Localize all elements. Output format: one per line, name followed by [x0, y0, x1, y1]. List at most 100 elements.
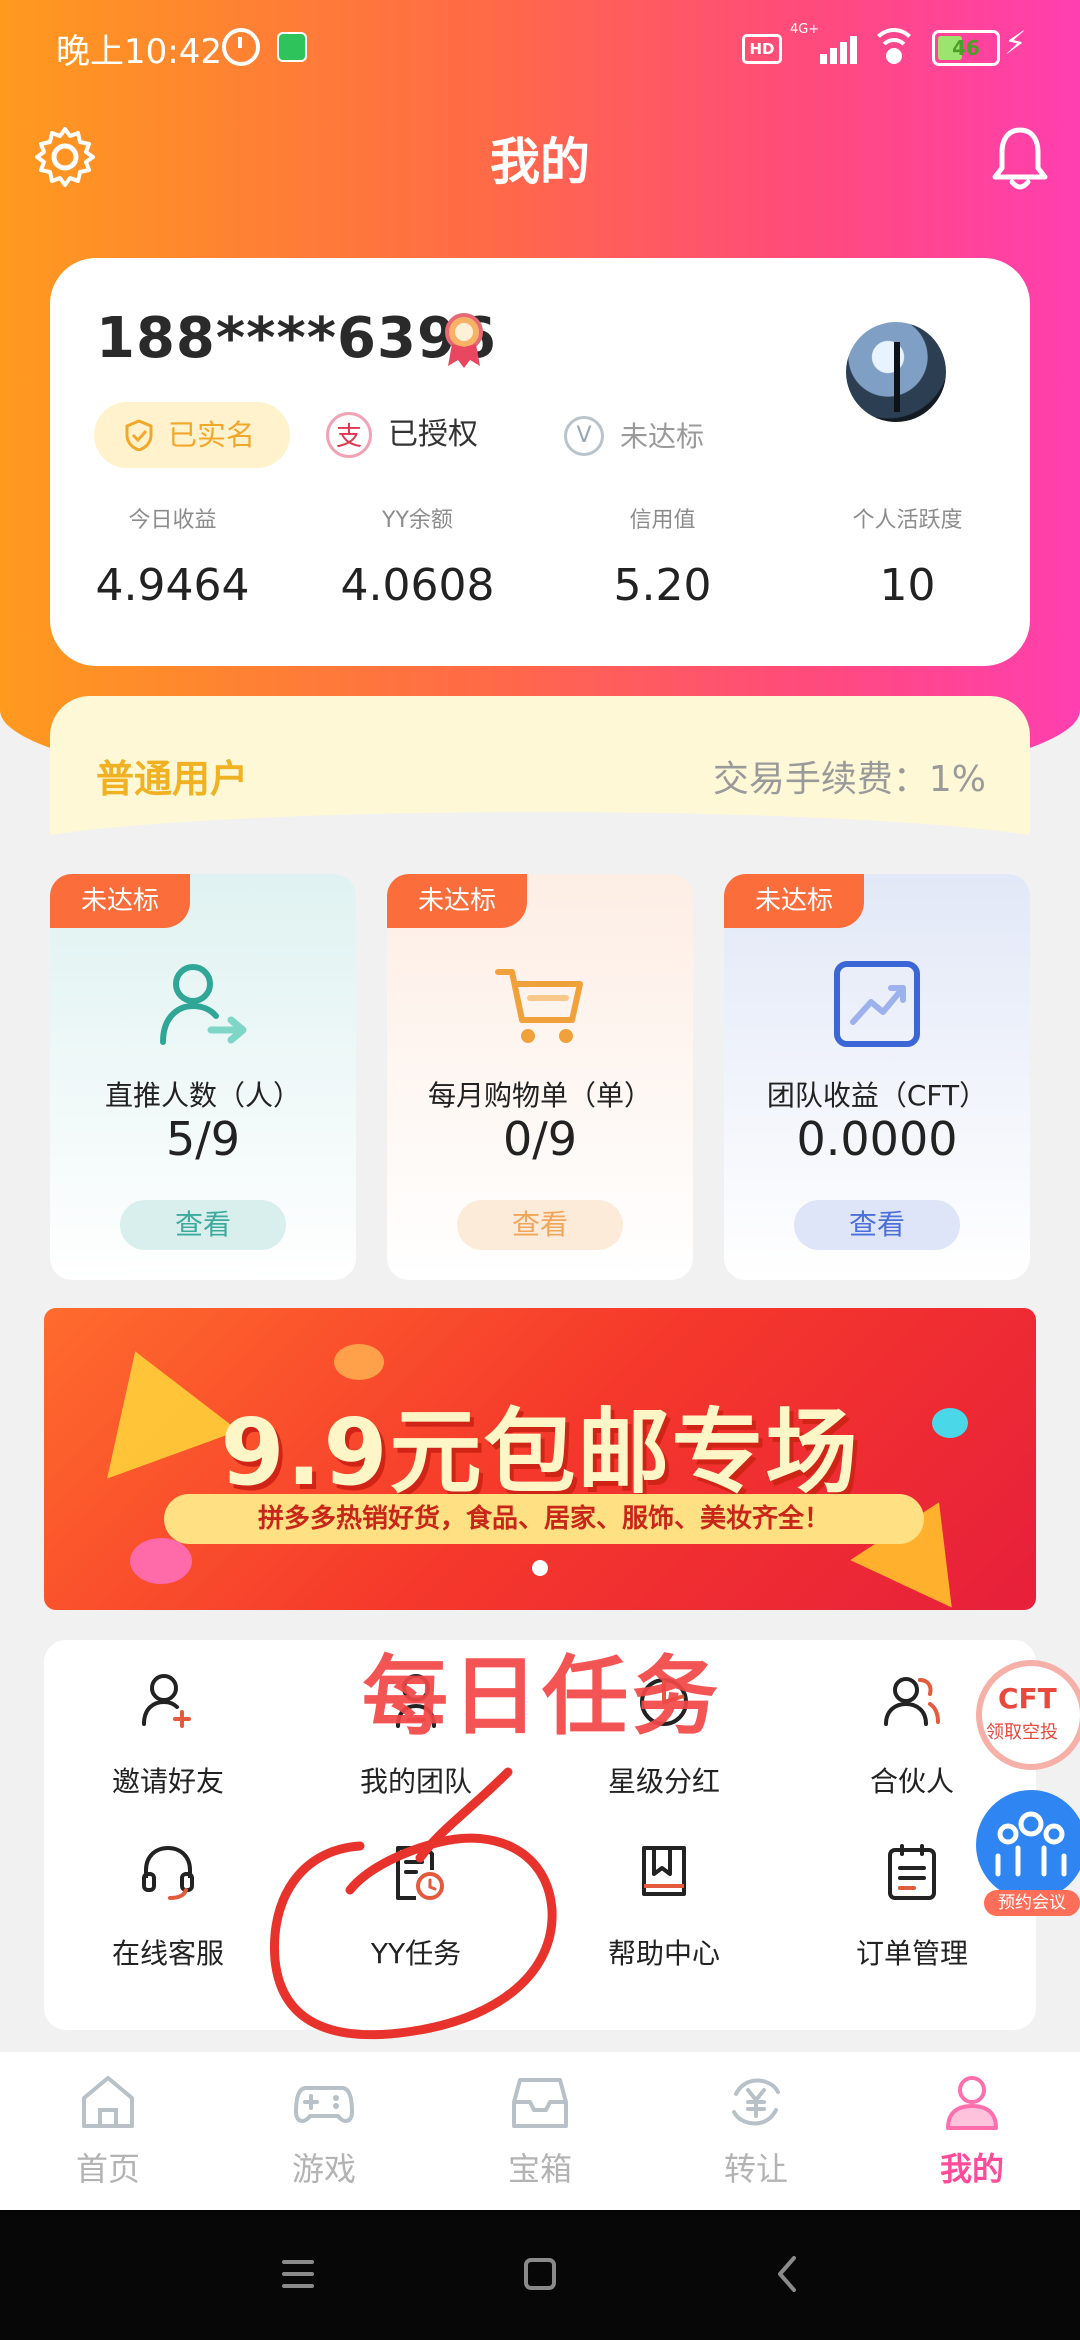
alarm-icon — [222, 28, 260, 66]
battery-level: 46 — [952, 36, 980, 60]
system-navigation-bar — [0, 2210, 1080, 2340]
banner-subtitle: 拼多多热销好货，食品、居家、服饰、美妆齐全！ — [164, 1494, 924, 1544]
card-value: 0/9 — [502, 1112, 578, 1166]
task-progress-cards: 未达标 直推人数（人） 5/9 查看 未达标 每月购物单（单） 0/9 查看 未… — [50, 874, 1030, 1280]
book-icon — [642, 1846, 686, 1896]
menu-label: YY任务 — [370, 1937, 462, 1970]
bottom-tab-bar: 首页 游戏 宝箱 转让 我的 — [0, 2052, 1080, 2210]
decor-ball — [130, 1538, 192, 1584]
stat-label: 信用值 — [629, 508, 696, 533]
tab-mine[interactable]: 我的 — [864, 2052, 1080, 2210]
meeting-label: 预约会议 — [984, 1890, 1080, 1916]
stat-yy-balance[interactable]: YY余额 4.0608 — [295, 502, 540, 611]
tab-label: 我的 — [939, 2150, 1004, 2188]
annotation-text: 每日任务 — [362, 1647, 722, 1747]
profile-icon — [946, 2076, 998, 2130]
carousel-indicator[interactable] — [532, 1560, 548, 1576]
meeting-people-icon — [995, 1811, 1067, 1877]
stat-value: 4.9464 — [95, 560, 250, 611]
home-icon — [82, 2076, 134, 2128]
card-label: 团队收益（CFT） — [766, 1079, 988, 1112]
back-icon[interactable] — [758, 2244, 818, 2304]
alipay-icon: 支 — [326, 412, 372, 458]
tab-label: 转让 — [723, 2150, 788, 2188]
banner-title: 9.9元包邮专场 — [220, 1399, 860, 1506]
stat-value: 10 — [879, 560, 936, 611]
menu-label: 在线客服 — [111, 1937, 224, 1970]
meeting-float-button[interactable]: 预约会议 — [976, 1790, 1080, 1920]
menu-icon[interactable] — [268, 2244, 328, 2304]
stats-row: 今日收益 4.9464 YY余额 4.0608 信用值 5.20 个人活跃度 1… — [50, 502, 1030, 642]
tab-label: 首页 — [75, 2150, 140, 2188]
cft-airdrop-float-button[interactable]: CFT 领取空投 — [976, 1652, 1080, 1780]
monthly-orders-card: 未达标 每月购物单（单） 0/9 查看 — [387, 874, 693, 1280]
menu-label: 订单管理 — [855, 1937, 968, 1970]
stat-label: 个人活跃度 — [852, 508, 963, 533]
promo-banner[interactable]: 9.9元包邮专场 拼多多热销好货，食品、居家、服饰、美妆齐全！ — [44, 1308, 1036, 1610]
card-value: 0.0000 — [796, 1112, 958, 1166]
status-tag: 未达标 — [387, 874, 527, 928]
battery-icon: 46 — [932, 30, 1000, 66]
view-orders-button[interactable]: 查看 — [457, 1200, 623, 1250]
transaction-fee: 交易手续费：1% — [712, 759, 986, 800]
menu-label: 邀请好友 — [111, 1765, 224, 1798]
task-clock-icon — [396, 1846, 444, 1900]
card-label: 直推人数（人） — [104, 1079, 301, 1112]
card-label: 每月购物单（单） — [427, 1079, 652, 1112]
inbox-icon — [512, 2078, 568, 2128]
stat-label: YY余额 — [382, 508, 453, 533]
menu-help-center[interactable]: 帮助中心 — [540, 1812, 788, 1970]
tab-label: 游戏 — [291, 2150, 356, 2188]
top-bar: 我的 — [0, 110, 1080, 210]
status-tag: 未达标 — [50, 874, 190, 928]
stat-credit[interactable]: 信用值 5.20 — [540, 502, 785, 611]
cft-bubble — [976, 1660, 1080, 1770]
network-type: 4G+ — [790, 22, 820, 37]
authorized-label: 已授权 — [388, 417, 478, 452]
notification-bell-icon[interactable] — [990, 124, 1050, 194]
shield-check-icon — [125, 419, 153, 451]
gamepad-icon — [294, 2086, 354, 2123]
meeting-bubble — [976, 1790, 1080, 1900]
signal-icon: 4G+ — [786, 22, 858, 64]
app-notification-icon — [277, 32, 307, 62]
charging-icon: ⚡ — [1004, 24, 1027, 62]
stat-value: 5.20 — [613, 560, 712, 611]
tab-transfer[interactable]: 转让 — [648, 2052, 864, 2210]
user-transfer-icon — [160, 964, 247, 1045]
verified-label: 已实名 — [168, 418, 256, 452]
clipboard-icon — [888, 1844, 936, 1900]
team-earnings-card: 未达标 团队收益（CFT） 0.0000 查看 — [724, 874, 1030, 1280]
invite-user-icon — [142, 1674, 191, 1728]
badge-row: 已实名 支 已授权 V 未达标 — [94, 402, 794, 468]
menu-yy-tasks[interactable]: YY任务 — [292, 1812, 540, 1970]
stat-label: 今日收益 — [128, 508, 217, 533]
hd-icon: HD — [742, 34, 782, 64]
tab-home[interactable]: 首页 — [0, 2052, 216, 2210]
status-tag: 未达标 — [724, 874, 864, 928]
avatar[interactable] — [846, 322, 946, 422]
level-v-icon: V — [564, 416, 604, 456]
home-square-icon[interactable] — [510, 2244, 570, 2304]
membership-level: 普通用户 — [96, 757, 249, 801]
profile-card: 188****6396 已实名 支 已授权 V 未达标 今日收益 4.9464 — [50, 258, 1030, 666]
direct-referrals-card: 未达标 直推人数（人） 5/9 查看 — [50, 874, 356, 1280]
stat-activity[interactable]: 个人活跃度 10 — [785, 502, 1030, 611]
menu-online-support[interactable]: 在线客服 — [44, 1812, 292, 1970]
rank-status-label: 未达标 — [620, 420, 705, 453]
status-time: 晚上10:42 — [56, 32, 222, 72]
trend-chart-icon — [834, 961, 920, 1047]
tab-games[interactable]: 游戏 — [216, 2052, 432, 2210]
stat-today-earnings[interactable]: 今日收益 4.9464 — [50, 502, 295, 611]
partner-icon — [884, 1677, 940, 1726]
view-team-earnings-button[interactable]: 查看 — [794, 1200, 960, 1250]
menu-invite-friends[interactable]: 邀请好友 — [44, 1640, 292, 1798]
decor-ball — [334, 1344, 384, 1380]
verified-badge[interactable]: 已实名 — [94, 402, 290, 468]
view-referrals-button[interactable]: 查看 — [120, 1200, 286, 1250]
user-phone-number: 188****6396 — [96, 306, 497, 371]
medal-icon — [445, 313, 483, 368]
airdrop-label: 领取空投 — [986, 1722, 1058, 1743]
tab-treasure-box[interactable]: 宝箱 — [432, 2052, 648, 2210]
wifi-icon — [870, 28, 918, 64]
